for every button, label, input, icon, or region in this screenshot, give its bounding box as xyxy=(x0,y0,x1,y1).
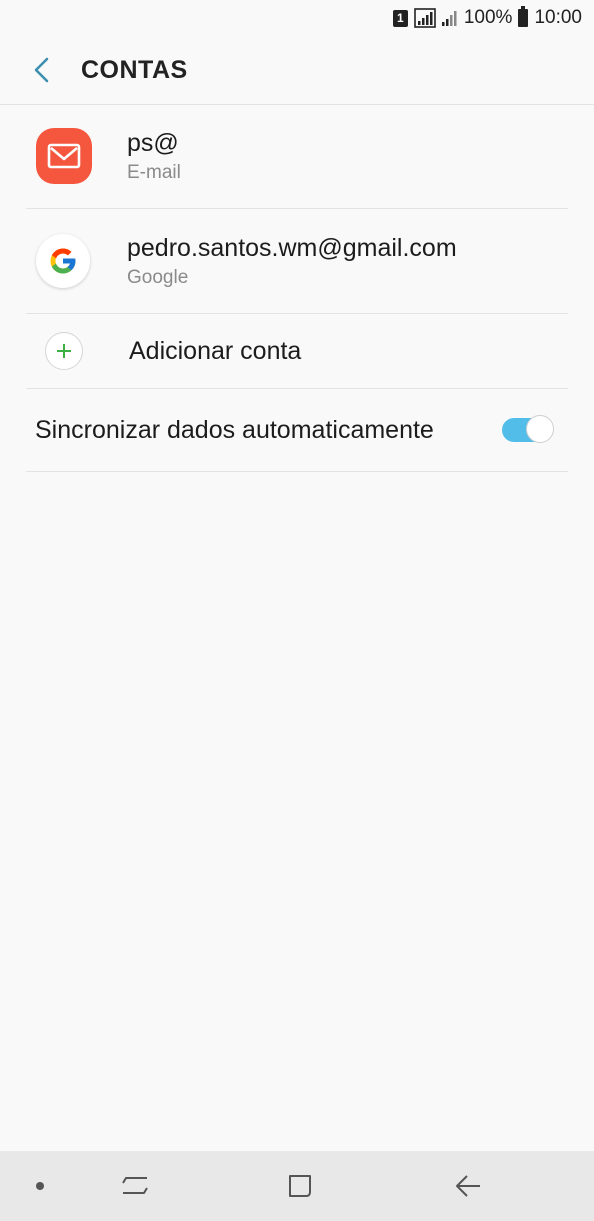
google-icon xyxy=(36,234,90,288)
account-name: pedro.santos.wm@gmail.com xyxy=(127,234,457,262)
system-back-button[interactable] xyxy=(440,1151,496,1221)
status-bar: 1 100% 10:00 xyxy=(0,0,594,36)
plus-icon xyxy=(45,332,83,370)
sync-toggle[interactable] xyxy=(502,415,556,445)
battery-icon xyxy=(518,6,529,27)
account-row-email[interactable]: ps@ E-mail xyxy=(26,104,568,209)
account-type: Google xyxy=(127,267,189,288)
sim-1-icon: 1 xyxy=(392,9,408,27)
account-name: ps@ xyxy=(127,129,179,157)
back-button[interactable] xyxy=(22,50,62,90)
chevron-left-icon xyxy=(34,57,49,83)
sync-label: Sincronizar dados automaticamente xyxy=(35,415,434,444)
back-arrow-icon xyxy=(456,1175,480,1197)
sync-row: Sincronizar dados automaticamente xyxy=(26,389,568,472)
accounts-screen: 1 100% 10:00 CONTAS ps@ E-mail pedro.san… xyxy=(0,0,594,1221)
accounts-list: ps@ E-mail pedro.santos.wm@gmail.com Goo… xyxy=(0,104,594,472)
nav-dot-button[interactable] xyxy=(20,1151,60,1221)
recents-button[interactable] xyxy=(110,1151,160,1221)
account-row-google[interactable]: pedro.santos.wm@gmail.com Google xyxy=(26,209,568,314)
signal-icon xyxy=(414,8,436,28)
dot-icon xyxy=(36,1182,44,1190)
email-icon xyxy=(36,128,92,184)
recents-icon xyxy=(122,1177,148,1194)
home-button[interactable] xyxy=(272,1151,328,1221)
clock: 10:00 xyxy=(534,7,582,28)
add-account-label: Adicionar conta xyxy=(129,336,302,365)
home-icon xyxy=(289,1175,311,1197)
navigation-bar xyxy=(0,1151,594,1221)
page-title: CONTAS xyxy=(81,55,188,84)
battery-percent: 100% xyxy=(463,7,513,28)
app-header: CONTAS xyxy=(0,36,594,105)
add-account-button[interactable]: Adicionar conta xyxy=(26,314,568,389)
account-type: E-mail xyxy=(127,162,181,183)
toggle-thumb xyxy=(526,415,554,443)
signal-icon xyxy=(441,9,458,27)
